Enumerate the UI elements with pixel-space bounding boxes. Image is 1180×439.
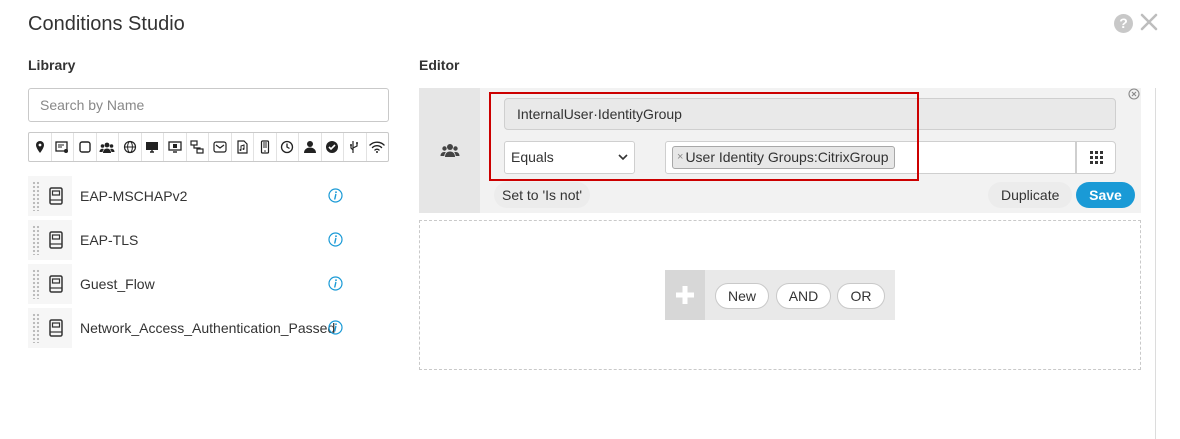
value-tag-label: User Identity Groups:CitrixGroup [685,149,889,165]
file-icon[interactable] [232,133,254,161]
clock-icon[interactable] [277,133,299,161]
library-item[interactable]: EAP-MSCHAPv2 [28,176,373,216]
value-field[interactable]: × User Identity Groups:CitrixGroup [665,141,1076,174]
info-icon[interactable] [328,188,343,203]
wifi-icon[interactable] [367,133,389,161]
book-icon [40,220,72,260]
search-input[interactable] [28,88,389,122]
usb-icon[interactable] [344,133,367,161]
group-icon [440,143,459,157]
library-item[interactable]: Network_Access_Authentication_Passed [28,308,373,348]
filter-icon-bar [28,132,389,162]
condition-type-column [419,88,480,213]
close-icon[interactable] [1139,10,1159,34]
drag-handle-icon[interactable] [32,269,40,299]
network-icon[interactable] [187,133,209,161]
monitor-icon[interactable] [142,133,164,161]
group-icon[interactable] [97,133,119,161]
save-button[interactable]: Save [1076,182,1135,208]
chevron-down-icon [618,154,628,161]
editor-heading: Editor [419,57,460,73]
book-icon [40,308,72,348]
grid-icon [1089,151,1103,164]
remove-tag-icon[interactable]: × [677,147,683,168]
drag-handle-icon[interactable] [32,225,40,255]
page-title: Conditions Studio [28,13,185,35]
operator-select[interactable]: Equals [504,141,635,174]
monitor-settings-icon[interactable] [164,133,187,161]
square-icon[interactable] [74,133,97,161]
remove-condition-icon[interactable] [1128,88,1140,100]
new-button[interactable]: New [715,283,769,309]
and-button[interactable]: AND [776,283,831,309]
library-item[interactable]: EAP-TLS [28,220,373,260]
set-is-not-button[interactable]: Set to 'Is not' [494,182,591,208]
info-icon[interactable] [328,276,343,291]
library-heading: Library [28,57,76,73]
globe-icon[interactable] [119,133,142,161]
user-icon[interactable] [299,133,322,161]
value-picker-button[interactable] [1076,141,1116,174]
book-icon [40,176,72,216]
help-icon[interactable]: ? [1114,14,1133,33]
panel-divider [1155,88,1156,439]
duplicate-button[interactable]: Duplicate [988,182,1073,208]
plus-icon[interactable] [665,270,705,320]
or-button[interactable]: OR [837,283,885,309]
mobile-icon[interactable] [254,133,277,161]
library-item[interactable]: Guest_Flow [28,264,373,304]
mail-icon[interactable] [209,133,232,161]
drag-handle-icon[interactable] [32,313,40,343]
device-card-icon[interactable] [52,133,74,161]
operator-value: Equals [511,149,554,165]
drag-handle-icon[interactable] [32,181,40,211]
book-icon [40,264,72,304]
condition-adder: New AND OR [665,270,895,320]
attribute-field[interactable]: InternalUser·IdentityGroup [504,98,1116,130]
check-circle-icon[interactable] [322,133,344,161]
info-icon[interactable] [328,320,343,335]
info-icon[interactable] [328,232,343,247]
location-icon[interactable] [29,133,52,161]
value-tag: × User Identity Groups:CitrixGroup [672,146,895,169]
